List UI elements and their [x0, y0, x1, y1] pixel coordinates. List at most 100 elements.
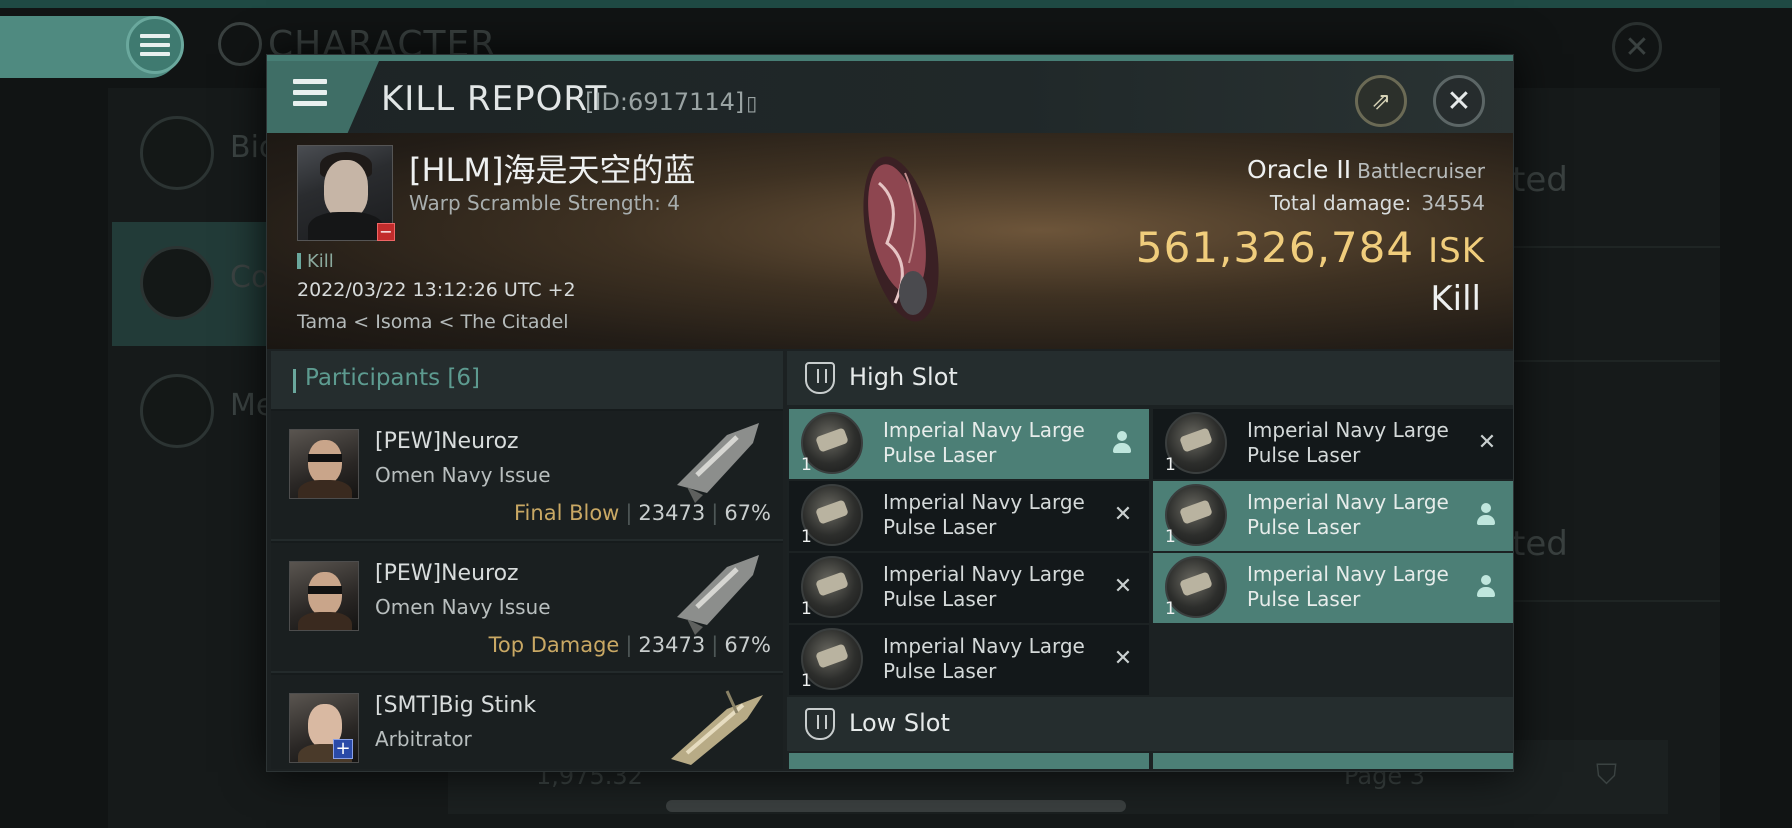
module-name: Imperial Navy Large Pulse Laser: [883, 634, 1085, 683]
ship-name: Oracle II: [1247, 155, 1352, 184]
result-label: Kill: [1430, 279, 1481, 319]
crossed-swords-icon: [140, 246, 214, 320]
list-icon: [140, 116, 214, 190]
participant-portrait[interactable]: [289, 429, 359, 499]
star-badge-icon: [140, 374, 214, 448]
stage: CHARACTER ✕ Bio Co Me ted ted 1,975.32 P…: [0, 0, 1792, 828]
top-accent-line: [0, 0, 1792, 8]
participant-percent: 67%: [724, 633, 771, 657]
modal-title: KILL REPORT: [381, 79, 608, 119]
module-name: Imperial Navy Large Pulse Laser: [883, 490, 1085, 539]
modal-header: KILL REPORT [ID:6917114] ▯ ⇗ ✕: [267, 61, 1513, 133]
kill-report-id[interactable]: [ID:6917114] ▯: [585, 88, 757, 116]
copy-icon[interactable]: ▯: [746, 91, 757, 115]
isk-unit: ISK: [1428, 231, 1485, 271]
total-damage-label: Total damage:: [1269, 191, 1412, 215]
low-slot-label: Low Slot: [849, 709, 950, 737]
victim-ship[interactable]: Oracle II Battlecruiser: [1247, 155, 1485, 184]
participant-tag: Final Blow: [514, 501, 620, 525]
warp-scramble-strength: Warp Scramble Strength: 4: [409, 191, 680, 215]
victim-name[interactable]: [HLM]海是天空的蓝: [409, 145, 695, 191]
high-slot-icon: [805, 362, 835, 394]
participant-tag: Top Damage: [488, 633, 620, 657]
participant-name: [PEW]Neuroz: [375, 429, 519, 454]
participant-row[interactable]: [PEW]Neuroz Omen Navy Issue Top Damage | 2…: [271, 543, 783, 673]
close-button[interactable]: ✕: [1433, 75, 1485, 127]
module-name: Imperial Navy Large Pulse Laser: [1247, 562, 1449, 611]
close-icon: ✕: [1446, 83, 1472, 119]
low-slot-icon: [805, 708, 835, 740]
module-item[interactable]: 1 Imperial Navy Large Pulse Laser ✕: [789, 553, 1149, 623]
dropped-person-icon: [1111, 431, 1133, 455]
fitting-panel: High Slot 1 Imperial Navy Large Pulse La…: [787, 351, 1513, 769]
background-menu-button[interactable]: [126, 16, 184, 74]
background-side-item-bio[interactable]: Bio: [112, 92, 277, 216]
background-close-button[interactable]: ✕: [1612, 22, 1662, 72]
module-item[interactable]: 1 Imperial Navy Large Pulse Laser: [1153, 553, 1513, 623]
total-damage: Total damage: 34554: [1270, 191, 1485, 215]
participants-count: [6]: [447, 365, 481, 391]
destroyed-x-icon: ✕: [1113, 646, 1133, 671]
module-quantity: 1: [801, 455, 812, 475]
background-side-label: Co: [230, 260, 270, 295]
low-slot-module-partial[interactable]: [1153, 753, 1513, 769]
horizontal-scrollbar[interactable]: [666, 800, 1126, 812]
module-quantity: 1: [1165, 599, 1176, 619]
kill-datetime: 2022/03/22 13:12:26 UTC +2: [297, 279, 576, 301]
module-quantity: 1: [801, 527, 812, 547]
participants-panel: Participants [6] [PEW]Neuroz Omen Navy I…: [271, 351, 783, 769]
module-quantity: 1: [801, 671, 812, 691]
kill-report-modal: KILL REPORT [ID:6917114] ▯ ⇗ ✕ − [HLM]海是天…: [266, 54, 1514, 772]
participants-title: Participants [6]: [305, 365, 480, 391]
background-side-item-medals[interactable]: Me: [112, 350, 274, 474]
participant-row[interactable]: [PEW]Neuroz Omen Navy Issue Final Blow | 2…: [271, 411, 783, 541]
background-right-text: ted: [1512, 160, 1568, 200]
hamburger-icon: [140, 34, 170, 56]
participants-label: Participants: [305, 365, 441, 391]
participant-percent: 67%: [724, 501, 771, 525]
module-quantity: 1: [1165, 527, 1176, 547]
module-item[interactable]: 1 Imperial Navy Large Pulse Laser: [789, 409, 1149, 479]
isk-amount: 561,326,784: [1135, 223, 1415, 272]
module-name: Imperial Navy Large Pulse Laser: [1247, 490, 1449, 539]
ship-class: Battlecruiser: [1357, 159, 1485, 183]
kill-location[interactable]: Tama < Isoma < The Citadel: [297, 311, 569, 333]
vitruvian-icon: [218, 22, 262, 66]
background-side-item-combat[interactable]: Co: [112, 222, 272, 346]
victim-banner: − [HLM]海是天空的蓝 Warp Scramble Strength: 4 …: [267, 133, 1513, 349]
module-name: Imperial Navy Large Pulse Laser: [1247, 418, 1449, 467]
low-slot-module-partial[interactable]: [789, 753, 1149, 769]
participant-ship-image: [677, 423, 759, 503]
module-item[interactable]: 1 Imperial Navy Large Pulse Laser ✕: [789, 625, 1149, 695]
participant-ship-image: [671, 690, 763, 765]
participant-ship: Omen Navy Issue: [375, 595, 551, 619]
participant-portrait[interactable]: [289, 561, 359, 631]
module-name: Imperial Navy Large Pulse Laser: [883, 418, 1085, 467]
participant-damage: 23473: [638, 633, 706, 657]
destroyed-x-icon: ✕: [1113, 502, 1133, 527]
external-link-icon: ⇗: [1370, 87, 1392, 115]
external-link-button[interactable]: ⇗: [1355, 75, 1407, 127]
participant-name: [PEW]Neuroz: [375, 561, 519, 586]
background-right-text: ted: [1512, 524, 1568, 564]
destroyed-x-icon: ✕: [1113, 574, 1133, 599]
module-quantity: 1: [1165, 455, 1176, 475]
participant-stats: Final Blow | 23473 | 67%: [514, 501, 771, 525]
isk-value: 561,326,784 ISK: [1136, 223, 1485, 272]
participant-row[interactable]: + [SMT]Big Stink Arbitrator: [271, 675, 783, 769]
hostile-standing-icon: −: [377, 223, 395, 241]
filter-icon[interactable]: ⛉: [1596, 758, 1617, 792]
low-slot-header: Low Slot: [787, 697, 1513, 751]
high-slot-label: High Slot: [849, 363, 958, 391]
participant-ship-image: [677, 555, 759, 635]
module-item[interactable]: 1 Imperial Navy Large Pulse Laser ✕: [789, 481, 1149, 551]
module-name: Imperial Navy Large Pulse Laser: [883, 562, 1085, 611]
module-quantity: 1: [801, 599, 812, 619]
participants-header: Participants [6]: [271, 351, 783, 409]
dropped-person-icon: [1475, 575, 1497, 599]
victim-ship-image[interactable]: [843, 143, 963, 333]
module-item[interactable]: 1 Imperial Navy Large Pulse Laser ✕: [1153, 409, 1513, 479]
destroyed-x-icon: ✕: [1477, 430, 1497, 455]
module-item[interactable]: 1 Imperial Navy Large Pulse Laser: [1153, 481, 1513, 551]
high-slot-header: High Slot: [787, 351, 1513, 405]
